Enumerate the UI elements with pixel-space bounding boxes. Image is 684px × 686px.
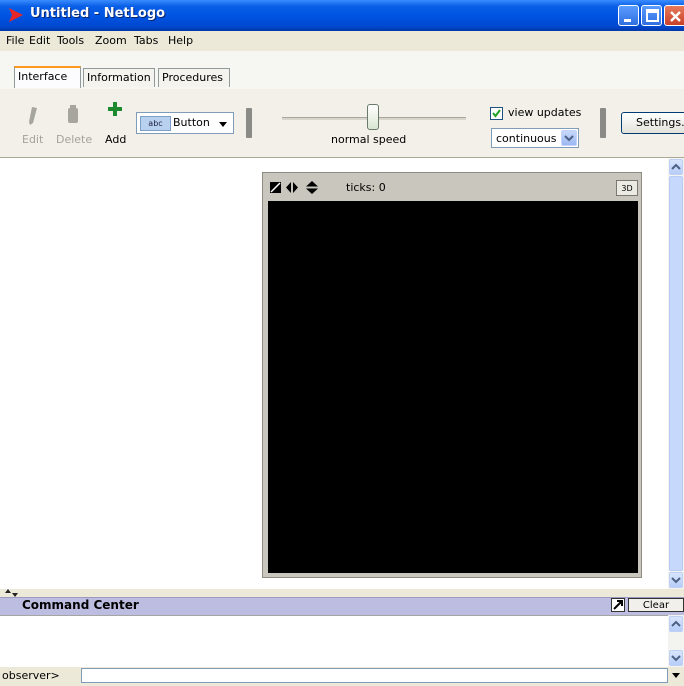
menu-tools[interactable]: Tools <box>57 34 84 47</box>
add-button[interactable]: Add <box>104 89 130 149</box>
button-widget-icon: abc <box>140 116 171 131</box>
chevron-up-icon <box>671 163 681 170</box>
scroll-thumb[interactable] <box>669 176 683 571</box>
minimize-icon <box>624 19 631 22</box>
update-mode-select[interactable]: continuous <box>491 128 579 148</box>
close-icon <box>670 11 681 22</box>
menu-bar: File Edit Tools Zoom Tabs Help <box>0 31 684 51</box>
maximize-icon <box>646 9 659 22</box>
widget-type-value: Button <box>173 116 210 129</box>
world-view[interactable] <box>268 201 638 573</box>
close-button[interactable] <box>664 5 684 26</box>
command-output-scrollbar[interactable] <box>668 615 684 667</box>
scroll-down-button[interactable] <box>669 572 683 588</box>
update-mode-value: continuous <box>496 132 557 145</box>
chevron-down-icon <box>671 655 681 662</box>
view-updates-checkbox[interactable] <box>490 107 503 120</box>
menu-help[interactable]: Help <box>168 34 193 47</box>
delete-label: Delete <box>56 133 93 146</box>
3d-view-button[interactable]: 3D <box>616 180 638 196</box>
speed-slider-thumb[interactable] <box>367 104 379 130</box>
scroll-up-button[interactable] <box>669 616 683 632</box>
toolbar-separator <box>246 108 252 138</box>
edit-label: Edit <box>22 133 44 146</box>
pane-splitter[interactable] <box>0 589 684 597</box>
menu-file[interactable]: File <box>6 34 24 47</box>
scroll-up-button[interactable] <box>669 159 683 175</box>
chevron-down-icon <box>671 577 681 584</box>
edit-button[interactable]: Edit <box>22 89 52 149</box>
widget-type-select[interactable]: abc Button <box>136 112 234 134</box>
clear-button[interactable]: Clear <box>628 598 684 612</box>
add-label: Add <box>105 133 127 146</box>
agent-prompt-label[interactable]: observer> <box>2 669 60 682</box>
tab-interface[interactable]: Interface <box>14 66 81 88</box>
speed-label: normal speed <box>331 133 407 146</box>
menu-zoom[interactable]: Zoom <box>95 34 127 47</box>
toolbar-separator <box>600 108 606 138</box>
chevron-down-icon <box>561 130 577 146</box>
chevron-up-icon <box>671 620 681 627</box>
checkmark-icon <box>492 109 501 118</box>
window-title: Untitled - NetLogo <box>30 6 166 21</box>
chevron-down-icon <box>219 122 227 127</box>
settings-button[interactable]: Settings... <box>621 112 684 134</box>
view-controls-icon[interactable] <box>270 181 328 194</box>
command-output <box>0 615 668 668</box>
menu-tabs[interactable]: Tabs <box>134 34 158 47</box>
splitter-arrows-icon <box>5 589 18 597</box>
title-bar: Untitled - NetLogo <box>0 0 684 31</box>
ticks-counter: ticks: 0 <box>346 181 386 194</box>
scroll-down-button[interactable] <box>669 650 683 666</box>
popout-icon <box>613 600 623 610</box>
tab-bar: Interface Information Procedures <box>0 51 684 90</box>
interface-vertical-scrollbar[interactable] <box>668 158 684 589</box>
maximize-button[interactable] <box>641 5 662 26</box>
command-center-title: Command Center <box>22 598 139 612</box>
command-input[interactable] <box>81 668 668 683</box>
minimize-button[interactable] <box>618 5 639 26</box>
chevron-down-icon <box>672 673 680 678</box>
history-dropdown-button[interactable] <box>668 668 684 683</box>
view-updates-label: view updates <box>508 106 582 119</box>
menu-edit[interactable]: Edit <box>29 34 50 47</box>
trash-icon <box>68 105 78 123</box>
add-icon <box>108 102 122 116</box>
interface-toolbar <box>0 89 684 158</box>
popout-button[interactable] <box>611 598 625 612</box>
tab-procedures[interactable]: Procedures <box>158 68 230 87</box>
netlogo-logo-icon <box>9 8 23 22</box>
pencil-icon <box>29 107 37 125</box>
delete-button[interactable]: Delete <box>56 89 92 149</box>
tab-information[interactable]: Information <box>83 68 155 87</box>
